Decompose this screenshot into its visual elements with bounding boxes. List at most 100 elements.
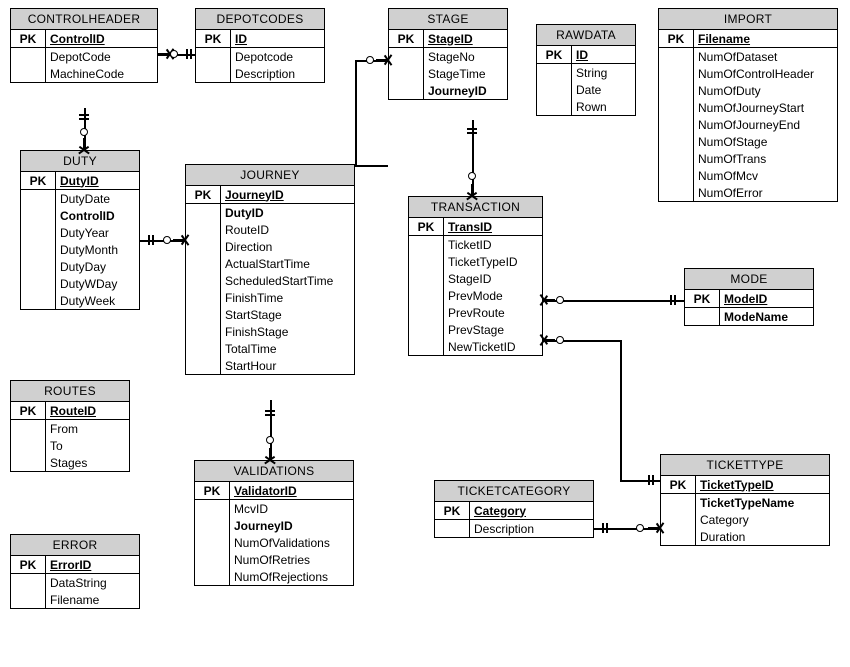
crowfoot-icon (543, 294, 555, 306)
attr: DutyWDay (56, 275, 140, 292)
attr: NumOfDuty (694, 82, 838, 99)
one-tick-icon (79, 118, 89, 120)
entity-title: DEPOTCODES (196, 9, 324, 30)
attr: DutyDate (56, 190, 140, 208)
pk-label: PK (196, 30, 231, 48)
attr: Duration (696, 528, 830, 545)
attr: PrevStage (444, 321, 543, 338)
entity-title: ERROR (11, 535, 139, 556)
entity-tickettype: TICKETTYPE PK TicketTypeID TicketTypeNam… (660, 454, 830, 546)
attr: Stages (46, 454, 130, 471)
pk-attr: ID (576, 48, 588, 62)
optional-icon (556, 296, 564, 304)
attr: TotalTime (221, 340, 355, 357)
attr: StageTime (424, 65, 508, 82)
entity-mode: MODE PK ModeID ModeName (684, 268, 814, 326)
attr: DutyWeek (56, 292, 140, 309)
one-tick-icon (467, 132, 477, 134)
fk-attr: TicketTypeName (700, 496, 794, 510)
rel-transaction-tickettype-h2 (620, 480, 660, 482)
attr: StageNo (424, 48, 508, 66)
attr: Category (696, 511, 830, 528)
entity-title: ROUTES (11, 381, 129, 402)
attr: String (572, 64, 636, 82)
one-tick-icon (602, 523, 604, 533)
one-tick-icon (186, 49, 188, 59)
pk-attr: RouteID (50, 404, 96, 418)
optional-icon (366, 56, 374, 64)
entity-ticketcategory: TICKETCATEGORY PK Category Description (434, 480, 594, 538)
attr: TicketID (444, 236, 543, 254)
attr: ScheduledStartTime (221, 272, 355, 289)
pk-attr: TransID (448, 220, 492, 234)
entity-transaction: TRANSACTION PK TransID TicketID TicketTy… (408, 196, 543, 356)
fk-attr: ControlID (60, 209, 115, 223)
entity-routes: ROUTES PK RouteID From To Stages (10, 380, 130, 472)
crowfoot-icon (158, 48, 170, 60)
entity-stage: STAGE PK StageID StageNo StageTime Journ… (388, 8, 508, 100)
attr: From (46, 420, 130, 438)
pk-label: PK (409, 218, 444, 236)
pk-label: PK (659, 30, 694, 48)
pk-attr: TicketTypeID (700, 478, 774, 492)
attr: DutyDay (56, 258, 140, 275)
entity-journey: JOURNEY PK JourneyID DutyID RouteID Dire… (185, 164, 355, 375)
attr: NumOfJourneyStart (694, 99, 838, 116)
optional-icon (170, 50, 178, 58)
fk-attr: JourneyID (428, 84, 487, 98)
pk-label: PK (661, 476, 696, 494)
attr: NumOfRetries (230, 551, 354, 568)
pk-attr: Category (474, 504, 526, 518)
attr: ActualStartTime (221, 255, 355, 272)
entity-validations: VALIDATIONS PK ValidatorID McvID Journey… (194, 460, 354, 586)
crowfoot-icon (376, 54, 388, 66)
attr: PrevMode (444, 287, 543, 304)
attr: FinishTime (221, 289, 355, 306)
crowfoot-icon (264, 448, 276, 460)
one-tick-icon (79, 114, 89, 116)
attr: StageID (444, 270, 543, 287)
entity-import: IMPORT PK Filename NumOfDataset NumOfCon… (658, 8, 838, 202)
pk-label: PK (685, 290, 720, 308)
attr: ModeName (724, 310, 788, 324)
one-tick-icon (265, 414, 275, 416)
optional-icon (468, 172, 476, 180)
pk-label: PK (435, 502, 470, 520)
attr: DutyYear (56, 224, 140, 241)
entity-duty: DUTY PK DutyID DutyDate ControlID DutyYe… (20, 150, 140, 310)
rel-stage-journey-h2 (355, 165, 388, 167)
one-tick-icon (265, 410, 275, 412)
attr: NumOfDataset (694, 48, 838, 66)
pk-attr: ControlID (50, 32, 105, 46)
entity-title: MODE (685, 269, 813, 290)
pk-attr: ID (235, 32, 247, 46)
attr: NumOfStage (694, 133, 838, 150)
crowfoot-icon (78, 138, 90, 150)
attr: RouteID (221, 221, 355, 238)
attr: MachineCode (46, 65, 158, 82)
pk-attr: Filename (698, 32, 750, 46)
entity-title: CONTROLHEADER (11, 9, 157, 30)
attr: PrevRoute (444, 304, 543, 321)
attr: DutyMonth (56, 241, 140, 258)
attr: DepotCode (46, 48, 158, 66)
entity-title: TICKETTYPE (661, 455, 829, 476)
pk-label: PK (195, 482, 230, 500)
one-tick-icon (467, 128, 477, 130)
entity-title: RAWDATA (537, 25, 635, 46)
attr: NumOfRejections (230, 568, 354, 585)
attr: Description (231, 65, 325, 82)
entity-title: DUTY (21, 151, 139, 172)
pk-label: PK (537, 46, 572, 64)
attr: TicketTypeID (444, 253, 543, 270)
pk-label: PK (11, 30, 46, 48)
rel-transaction-tickettype-v (620, 340, 622, 480)
one-tick-icon (648, 475, 650, 485)
attr: FinishStage (221, 323, 355, 340)
pk-label: PK (389, 30, 424, 48)
pk-attr: JourneyID (225, 188, 284, 202)
entity-depotcodes: DEPOTCODES PK ID Depotcode Description (195, 8, 325, 83)
crowfoot-icon (648, 522, 660, 534)
crowfoot-icon (466, 184, 478, 196)
optional-icon (266, 436, 274, 444)
